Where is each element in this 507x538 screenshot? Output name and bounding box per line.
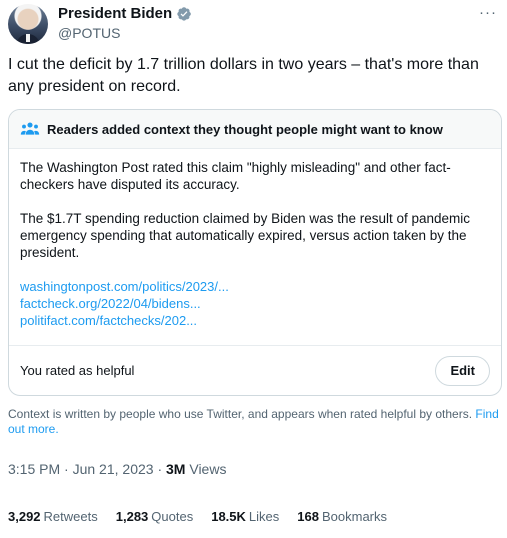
tweet-time[interactable]: 3:15 PM <box>8 461 60 477</box>
views-count: 3M <box>166 461 186 477</box>
meta-separator: · <box>64 461 73 477</box>
more-options-icon[interactable]: ··· <box>479 4 497 21</box>
author-name-row: President Biden <box>58 5 192 22</box>
retweets-count: 3,292 <box>8 509 41 524</box>
people-icon <box>20 122 40 135</box>
source-link-factcheck[interactable]: factcheck.org/2022/04/bidens... <box>20 295 490 312</box>
likes-stat[interactable]: 18.5K Likes <box>211 509 279 524</box>
meta-separator: · <box>157 461 167 477</box>
quotes-label: Quotes <box>151 509 194 524</box>
views-label: Views <box>189 461 227 477</box>
verified-badge-icon <box>177 6 192 21</box>
community-note-title: Readers added context they thought peopl… <box>47 121 443 137</box>
note-paragraph: The $1.7T spending reduction claimed by … <box>20 211 471 260</box>
quotes-stat[interactable]: 1,283 Quotes <box>116 509 193 524</box>
retweets-label: Retweets <box>43 509 98 524</box>
edit-rating-button[interactable]: Edit <box>435 355 490 386</box>
community-note-header: Readers added context they thought peopl… <box>9 110 501 149</box>
bookmarks-stat[interactable]: 168 Bookmarks <box>297 509 387 524</box>
author-handle[interactable]: @POTUS <box>58 25 120 41</box>
author-display-name[interactable]: President Biden <box>58 5 172 22</box>
tweet-header: President Biden @POTUS ··· <box>8 4 499 44</box>
community-note-body: The Washington Post rated this claim "hi… <box>9 149 501 329</box>
likes-label: Likes <box>248 509 280 524</box>
note-paragraph: The Washington Post rated this claim "hi… <box>20 160 451 192</box>
tweet-date[interactable]: Jun 21, 2023 <box>73 461 154 477</box>
tweet-detail: President Biden @POTUS ··· I cut the def… <box>0 0 507 538</box>
avatar[interactable] <box>8 4 48 44</box>
disclaimer-text: Context is written by people who use Twi… <box>8 407 473 421</box>
source-link-washingtonpost[interactable]: washingtonpost.com/politics/2023/... <box>20 278 490 295</box>
bookmarks-label: Bookmarks <box>321 509 388 524</box>
source-link-politifact[interactable]: politifact.com/factchecks/202... <box>20 312 490 329</box>
quotes-count: 1,283 <box>115 509 149 524</box>
tweet-text: I cut the deficit by 1.7 trillion dollar… <box>8 56 479 95</box>
likes-count: 18.5K <box>211 509 246 524</box>
community-note-footer: You rated as helpful Edit <box>9 345 501 395</box>
notes-disclaimer: Context is written by people who use Twi… <box>8 407 500 437</box>
retweets-stat[interactable]: 3,292 Retweets <box>8 509 98 524</box>
note-source-links: washingtonpost.com/politics/2023/... fac… <box>20 278 490 329</box>
community-note-card: Readers added context they thought peopl… <box>8 109 502 396</box>
engagement-stats: 3,292 Retweets 1,283 Quotes 18.5K Likes 168… <box>8 509 405 524</box>
rating-status: You rated as helpful <box>20 363 135 378</box>
tweet-meta: 3:15 PM · Jun 21, 2023 · 3M Views <box>8 461 226 477</box>
bookmarks-count: 168 <box>297 509 319 524</box>
